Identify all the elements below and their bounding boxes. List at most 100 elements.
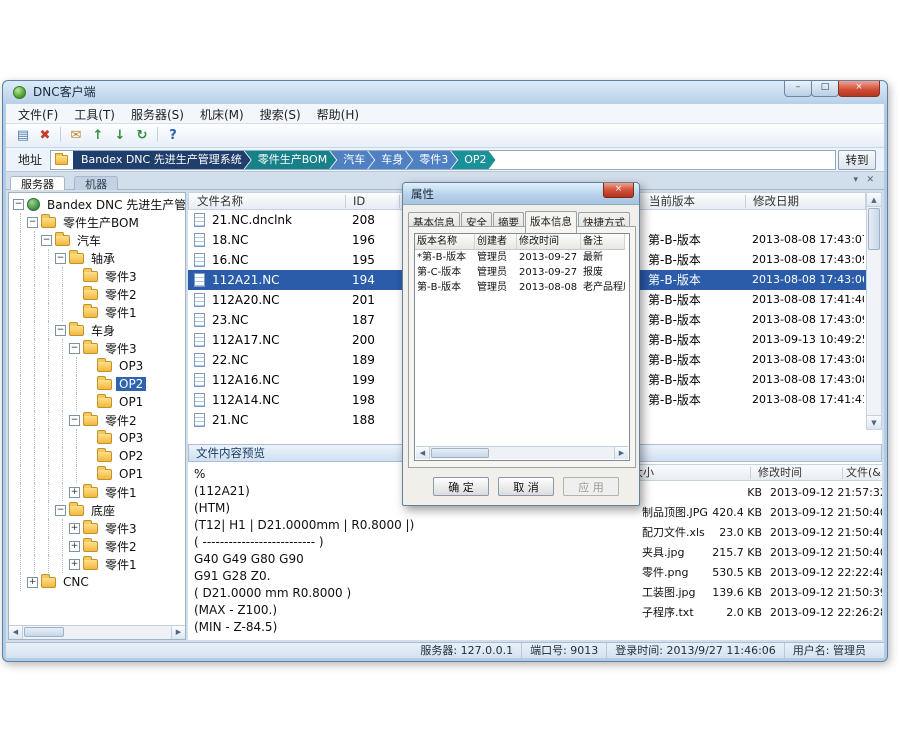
- tree-expander[interactable]: −: [69, 415, 80, 426]
- breadcrumb-segment[interactable]: 零件3: [406, 151, 457, 169]
- tree-item[interactable]: −零件2: [9, 411, 185, 429]
- address-field[interactable]: Bandex DNC 先进生产管理系统零件生产BOM汽车车身零件3OP2: [50, 150, 836, 170]
- chevron-down-icon[interactable]: ▾: [853, 175, 858, 185]
- tree-item[interactable]: 零件2: [9, 285, 185, 303]
- help-icon[interactable]: ?: [163, 126, 183, 146]
- column-file[interactable]: 文件(&: [846, 465, 881, 481]
- tree-item[interactable]: +CNC: [9, 573, 185, 591]
- tree-expander[interactable]: −: [13, 199, 24, 210]
- breadcrumb-segment[interactable]: 车身: [368, 151, 412, 169]
- tree-item[interactable]: −Bandex DNC 先进生产管理系统: [9, 195, 185, 213]
- tree-item[interactable]: OP3: [9, 429, 185, 447]
- attachment-row[interactable]: KB2013-09-12 21:57:32: [620, 483, 882, 503]
- apply-button[interactable]: 应 用: [563, 477, 619, 496]
- tree-expander[interactable]: −: [69, 343, 80, 354]
- tree-expander[interactable]: +: [69, 541, 80, 552]
- menu-item[interactable]: 搜索(S): [252, 105, 309, 125]
- breadcrumb-segment[interactable]: Bandex DNC 先进生产管理系统: [73, 151, 251, 169]
- go-button[interactable]: 转到: [838, 150, 876, 170]
- tree-item[interactable]: 零件3: [9, 267, 185, 285]
- close-button[interactable]: ×: [838, 81, 880, 97]
- scroll-right-icon[interactable]: ▶: [171, 626, 185, 639]
- tree-item[interactable]: −底座: [9, 501, 185, 519]
- tree-item[interactable]: OP2: [9, 447, 185, 465]
- column-file-name[interactable]: 文件名称: [197, 193, 243, 211]
- tree-expander[interactable]: +: [69, 559, 80, 570]
- column-date[interactable]: 修改日期: [753, 193, 799, 211]
- tree-item[interactable]: +零件1: [9, 483, 185, 501]
- scroll-up-icon[interactable]: ▲: [867, 193, 881, 207]
- tree-item[interactable]: + 零件3: [9, 519, 185, 537]
- scrollbar-thumb[interactable]: [431, 448, 489, 458]
- version-row[interactable]: 第-C-版本管理员2013-09-27 14:报废: [415, 265, 629, 280]
- column-version[interactable]: 当前版本: [649, 193, 695, 211]
- dialog-titlebar[interactable]: 属性 ×: [403, 183, 639, 205]
- column-id[interactable]: ID: [353, 193, 365, 211]
- menu-item[interactable]: 机床(M): [192, 105, 252, 125]
- dialog-horizontal-scrollbar[interactable]: ◀ ▶: [416, 446, 628, 459]
- tree-item[interactable]: −零件3: [9, 339, 185, 357]
- tree-item[interactable]: OP1: [9, 393, 185, 411]
- tree-item[interactable]: +零件1: [9, 555, 185, 573]
- menu-item[interactable]: 文件(F): [10, 105, 66, 125]
- tree-item[interactable]: −零件生产BOM: [9, 213, 185, 231]
- scrollbar-thumb[interactable]: [868, 208, 880, 250]
- menu-item[interactable]: 帮助(H): [309, 105, 367, 125]
- tree-item-label: 零件3: [102, 520, 140, 537]
- menu-item[interactable]: 工具(T): [66, 105, 123, 125]
- tree-indent: [69, 429, 83, 447]
- attachment-row[interactable]: 零件.png530.5 KB2013-09-12 22:22:48: [620, 563, 882, 583]
- tree-expander[interactable]: −: [55, 253, 66, 264]
- refresh-icon[interactable]: ↻: [132, 126, 152, 146]
- tree-expander[interactable]: −: [27, 217, 38, 228]
- breadcrumb-segment[interactable]: 零件生产BOM: [245, 151, 337, 169]
- ok-button[interactable]: 确 定: [433, 477, 489, 496]
- version-row[interactable]: 第-B-版本管理员2013-08-08 17:老产品程序: [415, 280, 629, 295]
- send-mail-icon[interactable]: ✉: [66, 126, 86, 146]
- download-icon[interactable]: ↓: [110, 126, 130, 146]
- tree-indent: [13, 483, 27, 501]
- attachment-row[interactable]: 制品顶图.JPG420.4 KB2013-09-12 21:50:40: [620, 503, 882, 523]
- attachment-row[interactable]: 配刀文件.xls23.0 KB2013-09-12 21:50:40: [620, 523, 882, 543]
- upload-icon[interactable]: ↑: [88, 126, 108, 146]
- delete-icon[interactable]: ✖: [35, 126, 55, 146]
- breadcrumb-segment[interactable]: 汽车: [330, 151, 374, 169]
- tree-expander[interactable]: −: [41, 235, 52, 246]
- dialog-tab[interactable]: 版本信息: [525, 211, 577, 233]
- new-file-icon[interactable]: ▤: [13, 126, 33, 146]
- tree-item[interactable]: OP2: [9, 375, 185, 393]
- attachment-row[interactable]: 夹具.jpg215.7 KB2013-09-12 21:50:40: [620, 543, 882, 563]
- tree-expander[interactable]: −: [55, 325, 66, 336]
- tree-expander[interactable]: −: [55, 505, 66, 516]
- tree-expander[interactable]: +: [69, 523, 80, 534]
- scroll-left-icon[interactable]: ◀: [9, 626, 23, 639]
- panel-close-icon[interactable]: ✕: [866, 175, 874, 185]
- tree-item[interactable]: OP3: [9, 357, 185, 375]
- scrollbar-thumb[interactable]: [24, 627, 64, 637]
- attachment-row[interactable]: 子程序.txt2.0 KB2013-09-12 22:26:28: [620, 603, 882, 623]
- file-list-scrollbar[interactable]: ▲ ▼: [866, 192, 882, 430]
- tree-horizontal-scrollbar[interactable]: ◀ ▶: [9, 625, 185, 639]
- scroll-right-icon[interactable]: ▶: [614, 447, 628, 459]
- scroll-down-icon[interactable]: ▼: [867, 415, 881, 429]
- tree-item[interactable]: −车身: [9, 321, 185, 339]
- tree-indent: [55, 555, 69, 573]
- maximize-button[interactable]: □: [811, 81, 839, 97]
- breadcrumb-segment[interactable]: OP2: [451, 151, 495, 169]
- tree-item[interactable]: 零件1: [9, 303, 185, 321]
- titlebar[interactable]: DNC客户端 – □ ×: [2, 80, 888, 104]
- attachment-row[interactable]: 工装图.jpg139.6 KB2013-09-12 21:50:39: [620, 583, 882, 603]
- tree-expander[interactable]: +: [27, 577, 38, 588]
- tree-item[interactable]: +零件2: [9, 537, 185, 555]
- version-row[interactable]: *第-B-版本管理员2013-09-27 14:最新: [415, 250, 629, 265]
- tree-item[interactable]: −轴承: [9, 249, 185, 267]
- tree-item[interactable]: −汽车: [9, 231, 185, 249]
- cancel-button[interactable]: 取 消: [498, 477, 554, 496]
- tree-item[interactable]: OP1: [9, 465, 185, 483]
- menu-item[interactable]: 服务器(S): [123, 105, 192, 125]
- minimize-button[interactable]: –: [784, 81, 812, 97]
- scroll-left-icon[interactable]: ◀: [416, 447, 430, 459]
- column-mtime[interactable]: 修改时间: [758, 465, 802, 481]
- dialog-close-button[interactable]: ×: [603, 183, 634, 198]
- tree-expander[interactable]: +: [69, 487, 80, 498]
